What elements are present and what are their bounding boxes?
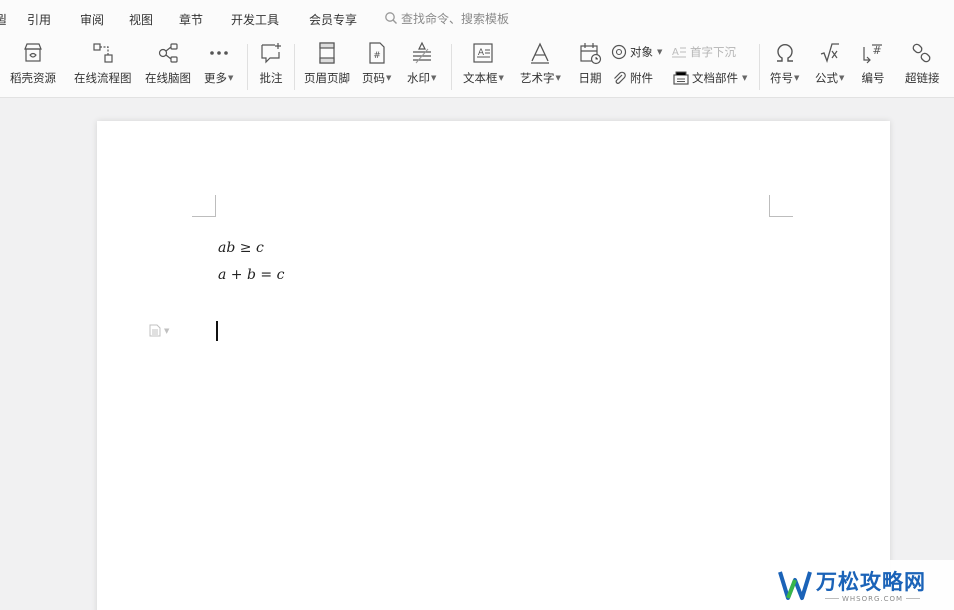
site-logo — [778, 571, 812, 600]
object-label: 对象 — [630, 45, 653, 59]
equation-inequality[interactable]: ab ≥ c — [218, 240, 264, 256]
symbol-label: 符号 — [770, 71, 793, 85]
divider — [451, 44, 452, 90]
tab-member-exclusive[interactable]: 会员专享 — [309, 11, 357, 28]
page-number-label: 页码 — [362, 71, 385, 85]
chevron-down-icon: ▼ — [742, 74, 748, 82]
online-mindmap-label: 在线脑图 — [145, 71, 191, 85]
wordart-button[interactable]: 艺术字▼ — [520, 40, 561, 94]
chevron-down-icon: ▼ — [657, 48, 663, 56]
page-number-icon: # — [364, 40, 390, 66]
textbox-label: 文本框 — [463, 71, 498, 85]
divider — [294, 44, 295, 90]
header-footer-label: 页眉页脚 — [304, 71, 350, 85]
formula-label: 公式 — [815, 71, 838, 85]
svg-text:#: # — [872, 44, 881, 57]
document-page[interactable]: ab ≥ c a + b = c ▼ — [97, 121, 890, 610]
svg-text:A: A — [672, 47, 679, 58]
divider — [247, 44, 248, 90]
chevron-down-icon: ▼ — [386, 74, 392, 82]
document-parts-label: 文档部件 — [692, 71, 738, 85]
command-search[interactable]: 查找命令、搜索模板 — [384, 10, 509, 26]
document-parts-button[interactable]: 文档部件 ▼ — [673, 69, 747, 87]
paperclip-icon — [614, 71, 626, 84]
header-footer-button[interactable]: 页眉页脚 — [304, 40, 350, 94]
header-footer-icon — [314, 40, 340, 66]
object-button[interactable]: 对象 ▼ — [611, 43, 662, 61]
numbering-button[interactable]: # 编号 — [860, 40, 886, 94]
attachment-label: 附件 — [630, 71, 653, 85]
chevron-down-icon: ▼ — [555, 74, 561, 82]
search-placeholder: 查找命令、搜索模板 — [401, 11, 510, 26]
date-button[interactable]: 日期 — [577, 40, 603, 94]
wordart-label: 艺术字 — [520, 71, 555, 85]
textbox-icon: A — [470, 40, 496, 66]
daoke-resources-button[interactable]: 稻壳资源 — [10, 40, 56, 94]
tab-developer-tools[interactable]: 开发工具 — [231, 11, 279, 28]
numbering-label: 编号 — [861, 71, 885, 85]
watermark-label: 水印 — [407, 71, 430, 85]
margin-corner-marker-left — [192, 195, 216, 217]
document-icon — [149, 324, 161, 337]
tab-review[interactable]: 审阅 — [80, 11, 104, 28]
mindmap-icon — [155, 40, 181, 66]
paragraph-layout-button[interactable]: ▼ — [149, 324, 169, 337]
online-mindmap-button[interactable]: 在线脑图 — [145, 40, 191, 94]
wordart-icon — [527, 40, 553, 66]
watermark-icon — [409, 40, 435, 66]
daoke-resources-label: 稻壳资源 — [10, 71, 56, 85]
formula-icon — [817, 40, 843, 66]
attachment-button[interactable]: 附件 — [611, 69, 653, 87]
comment-button[interactable]: 批注 — [258, 40, 284, 94]
tab-view[interactable]: 视图 — [129, 11, 153, 28]
page-number-button[interactable]: # 页码▼ — [362, 40, 391, 94]
margin-corner-marker-right — [769, 195, 793, 217]
chevron-down-icon: ▼ — [228, 74, 234, 82]
tab-references[interactable]: 引用 — [27, 11, 51, 28]
divider — [759, 44, 760, 90]
more-button[interactable]: 更多▼ — [204, 40, 233, 94]
tab-chapter[interactable]: 章节 — [179, 11, 203, 28]
comment-icon — [258, 40, 284, 66]
more-label: 更多 — [204, 71, 227, 85]
chevron-down-icon: ▼ — [431, 74, 437, 82]
chevron-down-icon: ▼ — [839, 74, 845, 82]
search-icon — [385, 12, 397, 24]
insert-ribbon: 稻壳资源 在线流程图 在线脑图 更多▼ 批注 页眉页脚 # 页码▼ 水印▼ A … — [0, 36, 954, 98]
site-watermark: 万松攻略网 WHSORG.COM — [752, 560, 954, 610]
document-parts-icon — [673, 71, 689, 85]
site-watermark-domain: WHSORG.COM — [822, 595, 923, 603]
chevron-down-icon: ▼ — [164, 326, 170, 335]
svg-text:#: # — [373, 51, 381, 61]
tab-partial[interactable]: 뮐 — [0, 11, 7, 28]
object-icon — [611, 44, 627, 60]
date-label: 日期 — [578, 71, 602, 85]
symbol-button[interactable]: 符号▼ — [770, 40, 799, 94]
dropcap-button[interactable]: A 首字下沉 — [671, 43, 736, 61]
watermark-button[interactable]: 水印▼ — [407, 40, 436, 94]
more-icon — [206, 40, 232, 66]
text-cursor — [216, 321, 218, 341]
formula-button[interactable]: 公式▼ — [815, 40, 844, 94]
link-icon — [909, 40, 935, 66]
date-icon — [577, 40, 603, 66]
chevron-down-icon: ▼ — [498, 74, 504, 82]
menu-tab-bar: 뮐 引用 审阅 视图 章节 开发工具 会员专享 查找命令、搜索模板 — [0, 0, 954, 36]
numbering-icon: # — [860, 40, 886, 66]
dropcap-label: 首字下沉 — [690, 45, 736, 59]
online-flowchart-label: 在线流程图 — [74, 71, 132, 85]
comment-label: 批注 — [259, 71, 283, 85]
textbox-button[interactable]: A 文本框▼ — [463, 40, 504, 94]
flowchart-icon — [90, 40, 116, 66]
equation-sum[interactable]: a + b = c — [218, 267, 284, 283]
hyperlink-label: 超链接 — [905, 71, 940, 85]
chevron-down-icon: ▼ — [794, 74, 800, 82]
store-icon — [20, 40, 46, 66]
online-flowchart-button[interactable]: 在线流程图 — [74, 40, 132, 94]
omega-icon — [772, 40, 798, 66]
site-watermark-title: 万松攻略网 — [816, 570, 926, 594]
hyperlink-button[interactable]: 超链接 — [905, 40, 940, 94]
dropcap-icon: A — [672, 47, 686, 58]
